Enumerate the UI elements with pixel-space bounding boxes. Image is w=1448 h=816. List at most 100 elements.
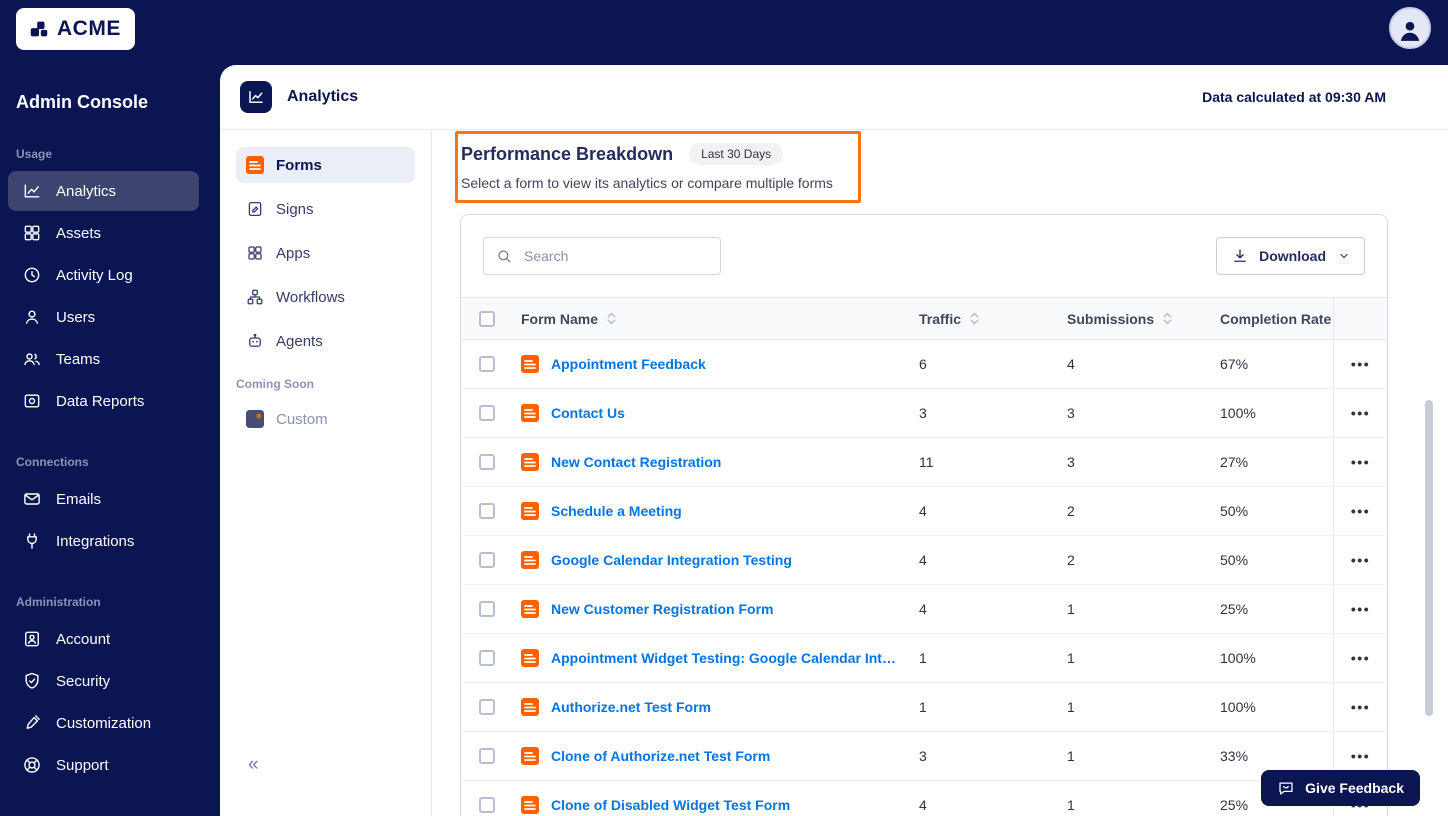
workflow-icon xyxy=(246,288,264,306)
table-row: Clone of Authorize.net Test Form 3 1 33%… xyxy=(461,732,1387,781)
subnav-item-signs[interactable]: Signs xyxy=(236,191,415,227)
row-actions-button[interactable]: ••• xyxy=(1345,695,1376,719)
plug-icon xyxy=(22,531,42,551)
form-name-link[interactable]: New Contact Registration xyxy=(551,454,721,470)
submissions-value: 2 xyxy=(1067,503,1075,519)
report-icon xyxy=(22,391,42,411)
sidebar-item-label: Data Reports xyxy=(56,392,145,410)
section-label-connections: Connections xyxy=(16,455,89,469)
completion-rate-value: 25% xyxy=(1220,601,1249,617)
subnav-item-forms[interactable]: Forms xyxy=(236,147,415,183)
sidebar-item-data-reports[interactable]: Data Reports xyxy=(8,381,199,421)
forms-icon xyxy=(246,156,264,174)
shield-icon xyxy=(22,671,42,691)
row-actions-button[interactable]: ••• xyxy=(1345,646,1376,670)
submissions-value: 1 xyxy=(1067,797,1075,813)
row-checkbox[interactable] xyxy=(479,356,495,372)
page-title: Analytics xyxy=(287,88,359,105)
form-name-link[interactable]: Authorize.net Test Form xyxy=(551,699,711,715)
subnav-item-agents[interactable]: Agents xyxy=(236,323,415,359)
row-actions-button[interactable]: ••• xyxy=(1345,499,1376,523)
subnav-item-label: Workflows xyxy=(276,288,345,306)
row-actions-button[interactable]: ••• xyxy=(1345,597,1376,621)
form-name-link[interactable]: Schedule a Meeting xyxy=(551,503,682,519)
sort-icon[interactable] xyxy=(969,311,980,326)
sidebar-item-label: Customization xyxy=(56,714,152,732)
form-name-link[interactable]: Google Calendar Integration Testing xyxy=(551,552,792,568)
submissions-value: 1 xyxy=(1067,748,1075,764)
assets-icon xyxy=(22,223,42,243)
subnav-item-workflows[interactable]: Workflows xyxy=(236,279,415,315)
sidebar-item-customization[interactable]: Customization xyxy=(8,703,199,743)
sort-icon[interactable] xyxy=(606,311,617,326)
form-name-link[interactable]: Appointment Widget Testing: Google Calen… xyxy=(551,650,903,666)
table-row: Appointment Widget Testing: Google Calen… xyxy=(461,634,1387,683)
form-name-link[interactable]: Appointment Feedback xyxy=(551,356,706,372)
performance-subtitle: Select a form to view its analytics or c… xyxy=(461,175,833,191)
form-icon xyxy=(521,502,539,520)
form-icon xyxy=(521,796,539,814)
analytics-main: Performance Breakdown Last 30 Days Selec… xyxy=(432,130,1448,816)
table-row: New Customer Registration Form 4 1 25% •… xyxy=(461,585,1387,634)
row-checkbox[interactable] xyxy=(479,797,495,813)
row-actions-button[interactable]: ••• xyxy=(1345,352,1376,376)
download-button[interactable]: Download xyxy=(1216,237,1365,275)
form-icon xyxy=(521,551,539,569)
row-checkbox[interactable] xyxy=(479,552,495,568)
row-checkbox[interactable] xyxy=(479,699,495,715)
select-all-checkbox[interactable] xyxy=(479,310,495,327)
sidebar-item-teams[interactable]: Teams xyxy=(8,339,199,379)
give-feedback-button[interactable]: Give Feedback xyxy=(1261,770,1420,806)
user-avatar[interactable] xyxy=(1389,7,1431,49)
row-actions-button[interactable]: ••• xyxy=(1345,548,1376,572)
table-toolbar: Download xyxy=(461,215,1387,297)
subnav-collapse-button[interactable]: « xyxy=(248,754,259,776)
column-header-traffic: Traffic xyxy=(919,310,962,327)
subnav-item-apps[interactable]: Apps xyxy=(236,235,415,271)
traffic-value: 3 xyxy=(919,405,927,421)
subnav-item-label: Signs xyxy=(276,200,314,218)
clock-icon xyxy=(22,265,42,285)
search-icon xyxy=(498,250,511,263)
sidebar-item-account[interactable]: Account xyxy=(8,619,199,659)
traffic-value: 4 xyxy=(919,797,927,813)
sidebar-item-activity-log[interactable]: Activity Log xyxy=(8,255,199,295)
form-name-link[interactable]: Clone of Authorize.net Test Form xyxy=(551,748,770,764)
completion-rate-value: 50% xyxy=(1220,552,1249,568)
sidebar-item-label: Account xyxy=(56,630,111,648)
page-scrollbar[interactable] xyxy=(1425,400,1433,716)
form-name-link[interactable]: Clone of Disabled Widget Test Form xyxy=(551,797,790,813)
row-checkbox[interactable] xyxy=(479,405,495,421)
subnav-item-label: Agents xyxy=(276,332,323,350)
form-name-link[interactable]: New Customer Registration Form xyxy=(551,601,773,617)
row-checkbox[interactable] xyxy=(479,454,495,470)
table-row: Clone of Disabled Widget Test Form 4 1 2… xyxy=(461,781,1387,816)
sidebar-item-analytics[interactable]: Analytics xyxy=(8,171,199,211)
submissions-value: 2 xyxy=(1067,552,1075,568)
submissions-value: 3 xyxy=(1067,405,1075,421)
row-checkbox[interactable] xyxy=(479,748,495,764)
sidebar-item-integrations[interactable]: Integrations xyxy=(8,521,199,561)
form-icon xyxy=(521,747,539,765)
row-checkbox[interactable] xyxy=(479,601,495,617)
search-input[interactable] xyxy=(522,247,708,265)
table-row: New Contact Registration 11 3 27% ••• xyxy=(461,438,1387,487)
download-label: Download xyxy=(1259,248,1326,264)
row-actions-button[interactable]: ••• xyxy=(1345,744,1376,768)
traffic-value: 4 xyxy=(919,503,927,519)
row-checkbox[interactable] xyxy=(479,503,495,519)
sidebar-item-security[interactable]: Security xyxy=(8,661,199,701)
subnav-item-custom[interactable]: Custom xyxy=(236,401,415,437)
row-actions-button[interactable]: ••• xyxy=(1345,401,1376,425)
row-checkbox[interactable] xyxy=(479,650,495,666)
traffic-value: 1 xyxy=(919,650,927,666)
forms-analytics-card: Download Form Name Traffic Submissions xyxy=(460,214,1388,816)
admin-sidebar: Admin Console Usage Analytics Assets Act… xyxy=(0,0,207,816)
sidebar-item-assets[interactable]: Assets xyxy=(8,213,199,253)
row-actions-button[interactable]: ••• xyxy=(1345,450,1376,474)
sort-icon[interactable] xyxy=(1162,311,1173,326)
form-name-link[interactable]: Contact Us xyxy=(551,405,625,421)
sidebar-item-users[interactable]: Users xyxy=(8,297,199,337)
sidebar-item-emails[interactable]: Emails xyxy=(8,479,199,519)
sidebar-item-support[interactable]: Support xyxy=(8,745,199,785)
